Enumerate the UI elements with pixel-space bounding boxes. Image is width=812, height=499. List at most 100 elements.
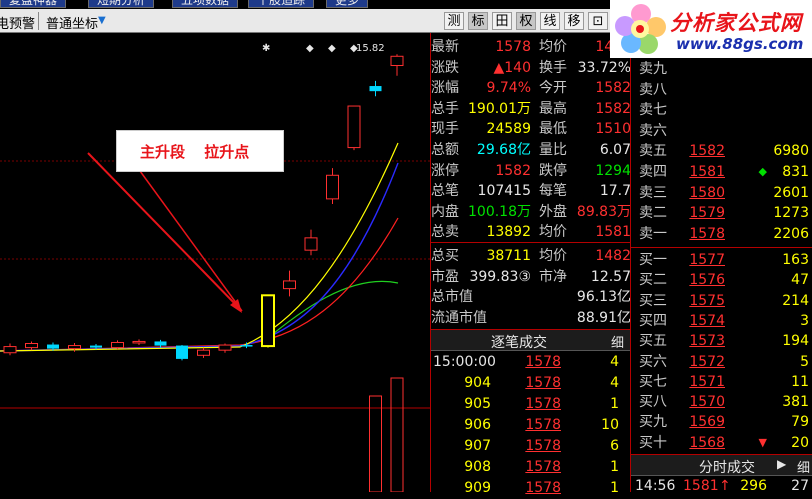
quote-value: 13892 bbox=[486, 224, 531, 241]
fenshi-detail-button[interactable]: 细 bbox=[797, 457, 810, 476]
quote-label: 总额 bbox=[431, 142, 459, 158]
bid-row[interactable]: 买五 1573 194 bbox=[631, 331, 812, 351]
tick-time: 908 bbox=[464, 459, 491, 475]
line-button[interactable]: 线 bbox=[540, 12, 560, 30]
quote-divider bbox=[431, 242, 631, 243]
candle[interactable] bbox=[369, 86, 382, 92]
top-tab-fupan[interactable]: 复盘神器 bbox=[0, 0, 67, 8]
tick-time: 906 bbox=[464, 417, 491, 433]
ma-slow-line bbox=[0, 217, 399, 352]
candle[interactable] bbox=[176, 345, 188, 359]
moving-average-lines bbox=[0, 142, 399, 352]
quote-label: 市盈 bbox=[431, 268, 459, 285]
quote-value: 9.74% bbox=[486, 80, 531, 97]
ticks-title: 逐笔成交 bbox=[491, 335, 547, 351]
move-button[interactable]: 移 bbox=[564, 12, 584, 30]
quote-row: 流通市值 88.91亿 bbox=[431, 308, 631, 328]
quote-value2: 96.13亿 bbox=[576, 289, 631, 306]
ask-row[interactable]: 卖一 1578 2206 bbox=[631, 224, 812, 244]
coord-select[interactable]: 普通坐标 bbox=[46, 13, 98, 32]
quote-value2: 1581 bbox=[595, 224, 631, 241]
quote-value: 399.83③ bbox=[469, 268, 531, 285]
candle[interactable] bbox=[347, 105, 361, 149]
bid-row[interactable]: 买八 1570 381 bbox=[631, 392, 812, 412]
arrow-line bbox=[139, 170, 243, 312]
candle[interactable] bbox=[90, 345, 102, 348]
candle[interactable] bbox=[197, 349, 210, 356]
bid-row[interactable]: 买四 1574 3 bbox=[631, 311, 812, 331]
alert-button[interactable]: 电预警 bbox=[0, 13, 35, 32]
rights-button[interactable]: 权 bbox=[516, 12, 536, 30]
quote-value: 38711 bbox=[486, 248, 531, 264]
bid-row[interactable]: 买一 1577 163 bbox=[631, 250, 812, 270]
candle[interactable] bbox=[132, 340, 146, 344]
candle[interactable] bbox=[218, 344, 232, 351]
quote-label2: 最高 bbox=[539, 100, 567, 117]
book-volume: 2206 bbox=[773, 225, 809, 242]
ask-row[interactable]: 卖九 bbox=[631, 59, 812, 79]
quote-value2: 1510 bbox=[595, 121, 631, 138]
bid-row[interactable]: 买九 1569 79 bbox=[631, 412, 812, 432]
candle[interactable] bbox=[47, 344, 59, 349]
quote-row: 总市值 96.13亿 bbox=[431, 287, 631, 307]
fenshi-volume: 296 bbox=[740, 478, 767, 494]
ask-row[interactable]: 卖四 1581 831 ◆ bbox=[631, 162, 812, 182]
book-volume: 6980 bbox=[773, 143, 809, 160]
mark-button[interactable]: 标 bbox=[468, 12, 488, 30]
top-tab-more[interactable]: 更多 bbox=[326, 0, 369, 8]
candle[interactable] bbox=[111, 341, 124, 349]
book-level: 卖五 bbox=[639, 143, 667, 160]
quote-label: 涨停 bbox=[431, 162, 459, 179]
tick-row: 15:00:00 1578 4 bbox=[431, 352, 631, 373]
volume-group bbox=[369, 377, 404, 492]
top-tab-gegu[interactable]: 个股追踪 bbox=[248, 0, 315, 8]
ask-row[interactable]: 卖六 bbox=[631, 121, 812, 141]
book-price: 1576 bbox=[689, 272, 725, 289]
ask-row[interactable]: 卖七 bbox=[631, 100, 812, 120]
coord-dropdown-icon[interactable]: ▼ bbox=[98, 15, 106, 26]
book-price: 1570 bbox=[689, 394, 725, 411]
quote-row: 总笔 107415 每笔 17.7 bbox=[431, 181, 631, 201]
bid-row[interactable]: 买三 1575 214 bbox=[631, 291, 812, 311]
ask-row[interactable]: 卖八 bbox=[631, 80, 812, 100]
chart-toolbar: 电预警 普通坐标 ▼ bbox=[0, 9, 440, 33]
diamond-icon: ◆ bbox=[758, 165, 767, 178]
candle[interactable] bbox=[240, 345, 253, 347]
window-icon[interactable]: ⊡ bbox=[588, 12, 608, 30]
candle[interactable] bbox=[304, 237, 318, 251]
ticks-detail-button[interactable]: 细 bbox=[611, 332, 624, 351]
book-volume: 3 bbox=[800, 312, 809, 329]
kline-chart[interactable]: ✱ ◆ ◆ ◆ 15.82 主升段 拉升点 bbox=[0, 33, 430, 492]
quote-value2: 12.57 bbox=[590, 268, 631, 285]
quote-value: 107415 bbox=[477, 183, 531, 200]
top-tab-duanqi[interactable]: 短期分析 bbox=[88, 0, 155, 8]
candle[interactable] bbox=[3, 346, 17, 354]
top-tab-wuxiang[interactable]: 五项数据 bbox=[172, 0, 239, 8]
grid-button[interactable]: 田 bbox=[492, 12, 512, 30]
candle[interactable] bbox=[154, 341, 167, 346]
bid-row[interactable]: 买二 1576 47 bbox=[631, 270, 812, 290]
fenshi-next-icon[interactable]: ▶ bbox=[777, 457, 786, 471]
candle[interactable] bbox=[68, 345, 81, 350]
candle[interactable] bbox=[25, 343, 38, 349]
ask-row[interactable]: 卖五 1582 6980 bbox=[631, 141, 812, 161]
volume-bar bbox=[390, 377, 404, 492]
book-level: 买二 bbox=[639, 272, 667, 289]
bid-row[interactable]: 买六 1572 5 bbox=[631, 352, 812, 372]
ask-row[interactable]: 卖三 1580 2601 bbox=[631, 183, 812, 203]
bid-row[interactable]: 买十 1568 20 ▼ bbox=[631, 433, 812, 453]
tool-buttons: 测 标 田 权 线 移 ⊡ bbox=[440, 9, 610, 33]
ask-row[interactable]: 卖二 1579 1273 bbox=[631, 203, 812, 223]
fenshi-row: 14:56 1581 ↑ 296 27 bbox=[631, 476, 812, 496]
candle[interactable] bbox=[326, 174, 339, 200]
candle[interactable] bbox=[283, 280, 296, 290]
book-level: 买四 bbox=[639, 312, 667, 329]
candle[interactable] bbox=[390, 55, 404, 67]
bid-row[interactable]: 买七 1571 11 bbox=[631, 372, 812, 392]
quote-value2: 1582 bbox=[595, 80, 631, 97]
tick-price: 1578 bbox=[525, 459, 561, 475]
flower-logo-icon bbox=[615, 4, 666, 54]
fenshi-title: 分时成交 bbox=[699, 460, 755, 476]
measure-button[interactable]: 测 bbox=[444, 12, 464, 30]
candle[interactable] bbox=[261, 294, 275, 348]
